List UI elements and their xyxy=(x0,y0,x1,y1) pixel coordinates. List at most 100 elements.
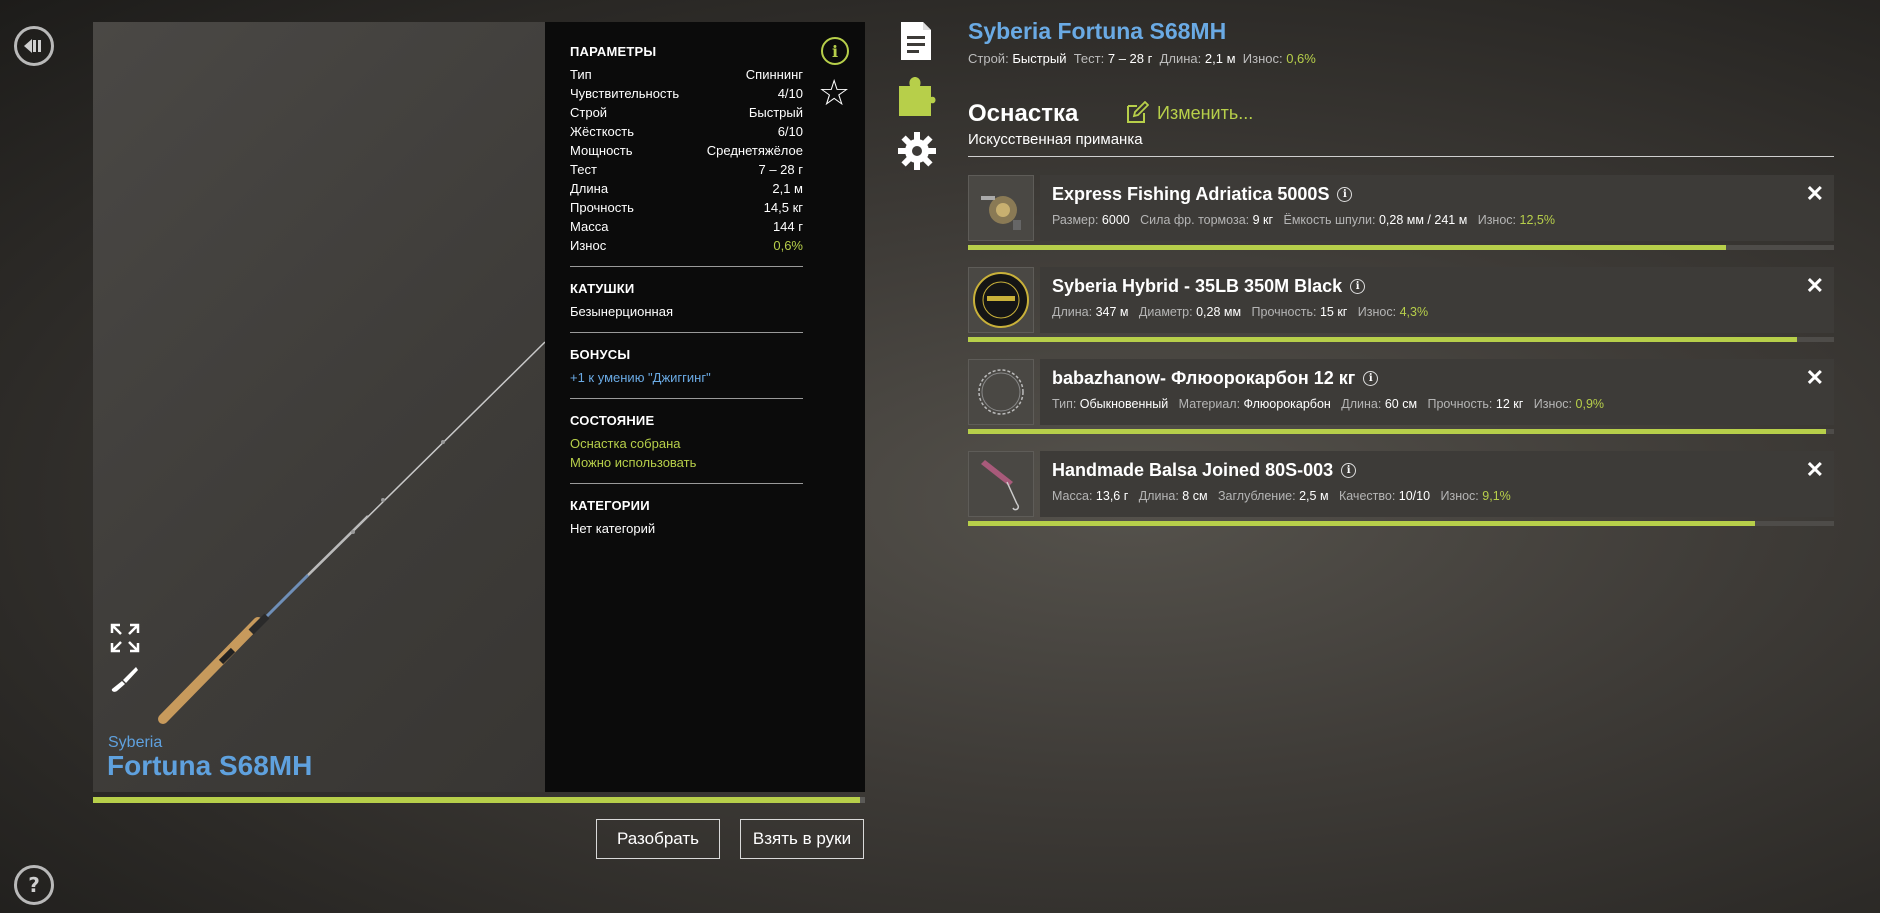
prop-key: Диаметр: xyxy=(1138,305,1193,319)
param-row: Износ 0,6% xyxy=(570,236,803,255)
tackle-item-name-row: Handmade Balsa Joined 80S-003 i xyxy=(1052,460,1834,481)
params-title: ПАРАМЕТРЫ xyxy=(570,44,657,59)
info-icon[interactable]: i xyxy=(821,37,849,65)
prop-key: Материал: xyxy=(1178,397,1241,411)
summary-value: 0,6% xyxy=(1286,51,1316,66)
param-row: Жёсткость 6/10 xyxy=(570,122,803,141)
tackle-item-props: Размер: 6000 Сила фр. тормоза: 9 кг Ёмко… xyxy=(1052,213,1834,227)
paint-brush-icon[interactable] xyxy=(109,664,139,694)
rod-name: Fortuna S68MH xyxy=(107,750,313,781)
param-key: Тест xyxy=(570,162,597,177)
edit-tackle-button[interactable]: Изменить... xyxy=(1125,101,1253,125)
param-row: Чувствительность 4/10 xyxy=(570,84,803,103)
prop-value: 2,5 м xyxy=(1299,489,1329,503)
info-icon[interactable]: i xyxy=(1363,371,1379,386)
summary-value: 2,1 м xyxy=(1204,51,1236,66)
tackle-item-thumbnail[interactable] xyxy=(968,359,1034,425)
tackle-item-thumbnail[interactable] xyxy=(968,451,1034,517)
prop-value: Флюорокарбон xyxy=(1243,397,1331,411)
param-key: Тип xyxy=(570,67,592,82)
prop-key: Износ: xyxy=(1477,213,1517,227)
tackle-item-props: Масса: 13,6 г Длина: 8 см Заглубление: 2… xyxy=(1052,489,1834,503)
close-icon[interactable]: ✕ xyxy=(1806,457,1824,483)
lure-type: Искусственная приманка xyxy=(968,131,1143,148)
param-row: Масса 144 г xyxy=(570,217,803,236)
tackle-item-thumbnail[interactable] xyxy=(968,175,1034,241)
param-value: 7 – 28 г xyxy=(758,162,804,177)
bonus-value: +1 к умению "Джиггинг" xyxy=(570,370,711,385)
param-value: 4/10 xyxy=(777,86,803,101)
close-icon[interactable]: ✕ xyxy=(1806,181,1824,207)
expand-icon[interactable] xyxy=(109,622,141,654)
tackle-item-thumbnail[interactable] xyxy=(968,267,1034,333)
reels-title: КАТУШКИ xyxy=(570,281,635,296)
rod-condition-bar xyxy=(93,797,865,803)
prop-key: Длина: xyxy=(1138,489,1179,503)
param-key: Строй xyxy=(570,105,608,120)
summary-label: Износ: xyxy=(1242,51,1283,66)
tackle-item-name-row: Express Fishing Adriatica 5000S i xyxy=(1052,184,1834,205)
reels-value: Безынерционная xyxy=(570,304,673,319)
tackle-item-props: Длина: 347 м Диаметр: 0,28 мм Прочность:… xyxy=(1052,305,1834,319)
back-button[interactable] xyxy=(14,26,54,66)
gear-icon[interactable] xyxy=(897,131,937,171)
prop-value: 12 кг xyxy=(1495,397,1524,411)
edit-icon xyxy=(1127,101,1149,123)
tackle-item-body[interactable]: Express Fishing Adriatica 5000S i Размер: … xyxy=(1040,175,1834,241)
prop-key: Качество: xyxy=(1338,489,1396,503)
prop-key: Прочность: xyxy=(1427,397,1493,411)
summary-value: 7 – 28 г xyxy=(1107,51,1153,66)
document-icon[interactable] xyxy=(897,20,935,62)
close-icon[interactable]: ✕ xyxy=(1806,273,1824,299)
tackle-item-body[interactable]: babazhanow- Флюорокарбон 12 кг i Тип: Обык… xyxy=(1040,359,1834,425)
prop-value: 60 см xyxy=(1384,397,1418,411)
puzzle-icon[interactable] xyxy=(897,76,937,118)
info-icon[interactable]: i xyxy=(1337,187,1353,202)
tackle-item-condition-bar xyxy=(968,245,1834,250)
info-icon[interactable]: i xyxy=(1341,463,1357,478)
divider xyxy=(570,332,803,333)
tackle-item[interactable]: Express Fishing Adriatica 5000S i Размер: … xyxy=(968,175,1834,250)
divider xyxy=(570,266,803,267)
prop-value: 9,1% xyxy=(1482,489,1511,503)
rig-summary: Строй: Быстрый Тест: 7 – 28 г Длина: 2,1… xyxy=(968,51,1316,66)
prop-value: 10/10 xyxy=(1398,489,1431,503)
param-value: 0,6% xyxy=(773,238,803,253)
summary-value: Быстрый xyxy=(1012,51,1067,66)
close-icon[interactable]: ✕ xyxy=(1806,365,1824,391)
param-row: Мощность Среднетяжёлое xyxy=(570,141,803,160)
prop-value: 0,28 мм / 241 м xyxy=(1378,213,1468,227)
state-assembled: Оснастка собрана xyxy=(570,436,681,451)
tackle-item-condition-bar xyxy=(968,521,1834,526)
tackle-item-body[interactable]: Handmade Balsa Joined 80S-003 i Масса: 13,… xyxy=(1040,451,1834,517)
take-in-hands-button[interactable]: Взять в руки xyxy=(740,819,864,859)
prop-key: Тип: xyxy=(1052,397,1077,411)
tackle-item-condition-fill xyxy=(968,429,1827,434)
help-icon: ? xyxy=(28,873,40,897)
categories-value: Нет категорий xyxy=(570,521,656,536)
tackle-item-condition-bar xyxy=(968,429,1834,434)
rod-preview[interactable] xyxy=(93,22,545,792)
tackle-item-name: babazhanow- Флюорокарбон 12 кг xyxy=(1052,368,1356,388)
param-value: 2,1 м xyxy=(772,181,803,196)
prop-value: 6000 xyxy=(1101,213,1130,227)
tackle-item-body[interactable]: Syberia Hybrid - 35LB 350M Black i Длина: … xyxy=(1040,267,1834,333)
disassemble-button[interactable]: Разобрать xyxy=(596,819,720,859)
prop-value: 9 кг xyxy=(1252,213,1274,227)
tackle-item-name: Express Fishing Adriatica 5000S xyxy=(1052,184,1330,204)
tackle-item[interactable]: babazhanow- Флюорокарбон 12 кг i Тип: Обык… xyxy=(968,359,1834,434)
prop-value: 13,6 г xyxy=(1095,489,1129,503)
help-button[interactable]: ? xyxy=(14,865,54,905)
prop-key: Ёмкость шпули: xyxy=(1283,213,1376,227)
tackle-item-name: Syberia Hybrid - 35LB 350M Black xyxy=(1052,276,1343,296)
star-icon[interactable]: ☆ xyxy=(818,76,850,112)
tackle-item[interactable]: Handmade Balsa Joined 80S-003 i Масса: 13,… xyxy=(968,451,1834,526)
tackle-item[interactable]: Syberia Hybrid - 35LB 350M Black i Длина: … xyxy=(968,267,1834,342)
info-icon[interactable]: i xyxy=(1350,279,1366,294)
divider xyxy=(968,156,1834,157)
prop-value: 15 кг xyxy=(1319,305,1348,319)
tackle-item-name-row: babazhanow- Флюорокарбон 12 кг i xyxy=(1052,368,1834,389)
prop-key: Длина: xyxy=(1341,397,1382,411)
prop-key: Длина: xyxy=(1052,305,1093,319)
prop-key: Износ: xyxy=(1357,305,1397,319)
